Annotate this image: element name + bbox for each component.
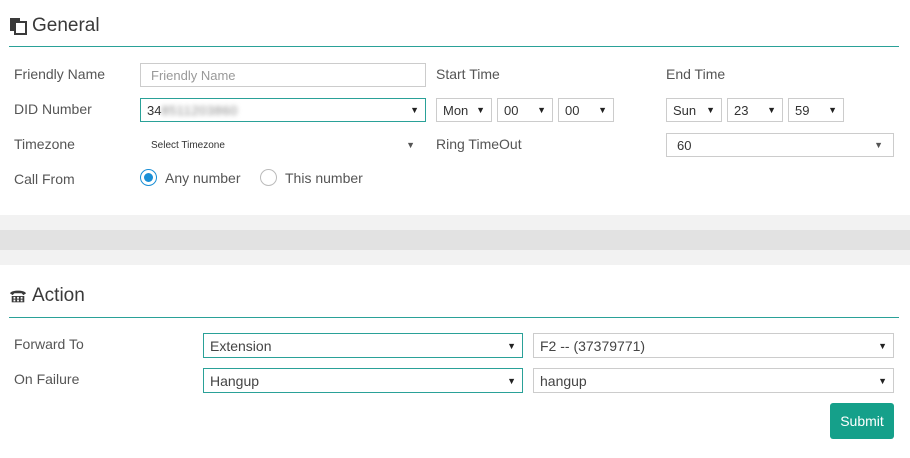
- chevron-down-icon: ▼: [767, 105, 776, 115]
- forward-to-target-select[interactable]: F2 -- (37379771) ▼: [533, 333, 894, 358]
- timezone-label: Timezone: [14, 136, 75, 152]
- friendly-name-label: Friendly Name: [14, 66, 106, 82]
- chevron-down-icon: ▼: [537, 105, 546, 115]
- chevron-down-icon: ▼: [828, 105, 837, 115]
- action-section-title: Action: [9, 285, 85, 307]
- end-minute-select[interactable]: 59 ▼: [788, 98, 844, 122]
- start-minute-select[interactable]: 00 ▼: [558, 98, 614, 122]
- general-divider: [9, 46, 899, 47]
- timezone-select[interactable]: Select Timezone ▼: [140, 133, 426, 157]
- start-time-label: Start Time: [436, 66, 500, 82]
- radio-selected-icon[interactable]: [140, 169, 157, 186]
- action-title-text: Action: [32, 285, 85, 306]
- radio-unselected-icon[interactable]: [260, 169, 277, 186]
- section-separator: [0, 230, 910, 250]
- forward-to-type-select[interactable]: Extension ▼: [203, 333, 523, 358]
- friendly-name-input[interactable]: Friendly Name: [140, 63, 426, 87]
- did-number-label: DID Number: [14, 101, 92, 117]
- radio-any-number[interactable]: Any number: [140, 169, 240, 186]
- forward-to-label: Forward To: [14, 336, 84, 352]
- chevron-down-icon: ▼: [874, 140, 883, 150]
- chevron-down-icon: ▼: [878, 340, 887, 351]
- chevron-down-icon: ▼: [507, 340, 516, 351]
- did-number-value: 348511203860: [147, 102, 238, 118]
- radio-this-number[interactable]: This number: [260, 169, 363, 186]
- ring-timeout-select[interactable]: 60 ▼: [666, 133, 894, 157]
- end-time-label: End Time: [666, 66, 726, 82]
- on-failure-target-select[interactable]: hangup ▼: [533, 368, 894, 393]
- phone-icon: [9, 287, 27, 305]
- end-day-select[interactable]: Sun ▼: [666, 98, 722, 122]
- chevron-down-icon: ▼: [406, 140, 415, 150]
- chevron-down-icon: ▼: [706, 105, 715, 115]
- end-hour-select[interactable]: 23 ▼: [727, 98, 783, 122]
- chevron-down-icon: ▼: [476, 105, 485, 115]
- call-from-label: Call From: [14, 171, 75, 187]
- start-hour-select[interactable]: 00 ▼: [497, 98, 553, 122]
- general-title-text: General: [32, 15, 100, 36]
- did-number-select[interactable]: 348511203860 ▼: [140, 98, 426, 122]
- action-divider: [9, 317, 899, 318]
- chevron-down-icon: ▼: [410, 105, 419, 115]
- on-failure-type-select[interactable]: Hangup ▼: [203, 368, 523, 393]
- section-separator-light: [0, 215, 910, 230]
- general-section-title: General: [9, 15, 100, 37]
- copy-icon: [9, 17, 27, 35]
- section-separator-light: [0, 250, 910, 265]
- start-day-select[interactable]: Mon ▼: [436, 98, 492, 122]
- chevron-down-icon: ▼: [878, 375, 887, 386]
- on-failure-label: On Failure: [14, 371, 80, 387]
- chevron-down-icon: ▼: [598, 105, 607, 115]
- ring-timeout-label: Ring TimeOut: [436, 136, 522, 152]
- submit-button[interactable]: Submit: [830, 403, 894, 439]
- chevron-down-icon: ▼: [507, 375, 516, 386]
